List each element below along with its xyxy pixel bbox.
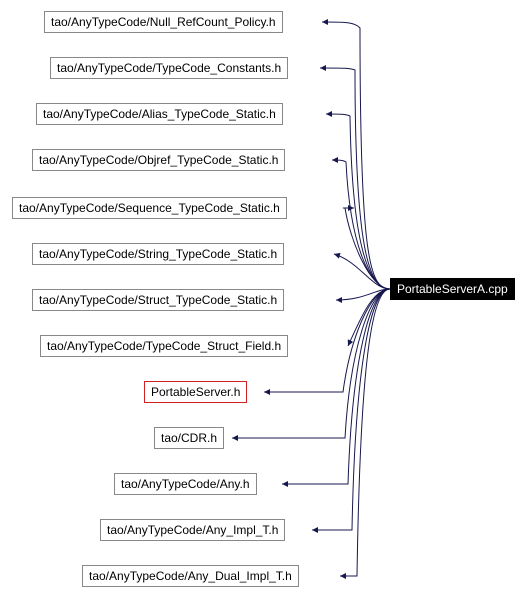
dep-node-tao-cdr[interactable]: tao/CDR.h — [154, 427, 224, 449]
dep-node-string-typecode-static[interactable]: tao/AnyTypeCode/String_TypeCode_Static.h — [32, 243, 284, 265]
dep-node-label: tao/AnyTypeCode/Null_RefCount_Policy.h — [51, 15, 276, 29]
dep-node-any-dual-impl-t[interactable]: tao/AnyTypeCode/Any_Dual_Impl_T.h — [82, 565, 299, 587]
dep-node-sequence-typecode-static[interactable]: tao/AnyTypeCode/Sequence_TypeCode_Static… — [12, 197, 287, 219]
dep-node-null-refcount-policy[interactable]: tao/AnyTypeCode/Null_RefCount_Policy.h — [44, 11, 283, 33]
dep-node-alias-typecode-static[interactable]: tao/AnyTypeCode/Alias_TypeCode_Static.h — [36, 103, 283, 125]
dep-node-label: tao/AnyTypeCode/Struct_TypeCode_Static.h — [39, 293, 277, 307]
root-node-label: PortableServerA.cpp — [397, 282, 508, 296]
root-node[interactable]: PortableServerA.cpp — [390, 278, 515, 300]
dep-node-label: PortableServer.h — [151, 385, 240, 399]
dep-node-label: tao/AnyTypeCode/Any_Impl_T.h — [107, 523, 278, 537]
dep-node-label: tao/CDR.h — [161, 431, 217, 445]
dep-node-label: tao/AnyTypeCode/Objref_TypeCode_Static.h — [39, 153, 278, 167]
dep-node-label: tao/AnyTypeCode/Sequence_TypeCode_Static… — [19, 201, 280, 215]
dependency-diagram: PortableServerA.cpp tao/AnyTypeCode/Null… — [0, 0, 523, 614]
dep-node-typecode-struct-field[interactable]: tao/AnyTypeCode/TypeCode_Struct_Field.h — [40, 335, 288, 357]
dep-node-label: tao/AnyTypeCode/Any.h — [121, 477, 250, 491]
dep-node-label: tao/AnyTypeCode/TypeCode_Struct_Field.h — [47, 339, 281, 353]
dep-node-typecode-constants[interactable]: tao/AnyTypeCode/TypeCode_Constants.h — [50, 57, 288, 79]
dep-node-any-impl-t[interactable]: tao/AnyTypeCode/Any_Impl_T.h — [100, 519, 285, 541]
dep-node-label: tao/AnyTypeCode/Any_Dual_Impl_T.h — [89, 569, 292, 583]
dep-node-portableserver-h[interactable]: PortableServer.h — [144, 381, 247, 403]
dep-node-struct-typecode-static[interactable]: tao/AnyTypeCode/Struct_TypeCode_Static.h — [32, 289, 284, 311]
dep-node-label: tao/AnyTypeCode/String_TypeCode_Static.h — [39, 247, 277, 261]
dep-node-any[interactable]: tao/AnyTypeCode/Any.h — [114, 473, 257, 495]
dep-node-label: tao/AnyTypeCode/TypeCode_Constants.h — [57, 61, 281, 75]
dep-node-label: tao/AnyTypeCode/Alias_TypeCode_Static.h — [43, 107, 276, 121]
dep-node-objref-typecode-static[interactable]: tao/AnyTypeCode/Objref_TypeCode_Static.h — [32, 149, 285, 171]
